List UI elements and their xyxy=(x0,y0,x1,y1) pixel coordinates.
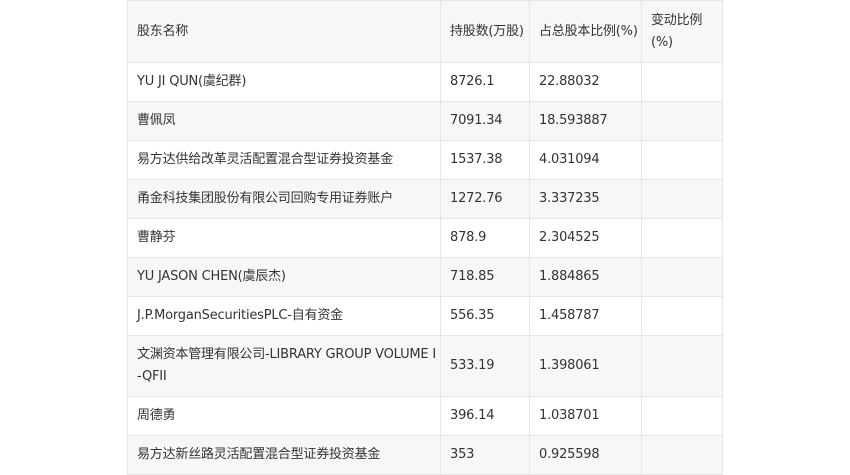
cell-ratio: 1.458787 xyxy=(529,296,642,336)
cell-holder-name: 甬金科技集团股份有限公司回购专用证券账户 xyxy=(127,179,441,219)
cell-ratio: 1.038701 xyxy=(529,396,642,436)
cell-shares: 878.9 xyxy=(440,218,530,258)
cell-change xyxy=(641,140,723,180)
cell-shares: 533.19 xyxy=(440,335,530,397)
cell-shares: 8726.1 xyxy=(440,62,530,102)
header-holder-name: 股东名称 xyxy=(127,0,441,63)
cell-change xyxy=(641,396,723,436)
cell-ratio: 2.304525 xyxy=(529,218,642,258)
cell-holder-name: YU JASON CHEN(虞辰杰) xyxy=(127,257,441,297)
cell-change xyxy=(641,101,723,141)
cell-holder-name: YU JI QUN(虞纪群) xyxy=(127,62,441,102)
cell-shares: 556.35 xyxy=(440,296,530,336)
cell-change xyxy=(641,62,723,102)
header-change: 变动比例(%) xyxy=(641,0,723,63)
table-row: 易方达供给改革灵活配置混合型证券投资基金 1537.38 4.031094 xyxy=(127,140,723,180)
cell-ratio: 3.337235 xyxy=(529,179,642,219)
cell-shares: 7091.34 xyxy=(440,101,530,141)
cell-change xyxy=(641,218,723,258)
cell-shares: 1537.38 xyxy=(440,140,530,180)
cell-shares: 353 xyxy=(440,435,530,475)
cell-shares: 396.14 xyxy=(440,396,530,436)
table-row: YU JI QUN(虞纪群) 8726.1 22.88032 xyxy=(127,62,723,102)
cell-holder-name: 曹佩凤 xyxy=(127,101,441,141)
cell-ratio: 22.88032 xyxy=(529,62,642,102)
cell-change xyxy=(641,257,723,297)
header-shares: 持股数(万股) xyxy=(440,0,530,63)
table-row: 曹佩凤 7091.34 18.593887 xyxy=(127,101,723,141)
table-row: 文渊资本管理有限公司-LIBRARY GROUP VOLUME I-QFII 5… xyxy=(127,335,723,397)
cell-holder-name: 周德勇 xyxy=(127,396,441,436)
cell-change xyxy=(641,296,723,336)
cell-shares: 718.85 xyxy=(440,257,530,297)
table-row: 周德勇 396.14 1.038701 xyxy=(127,396,723,436)
cell-holder-name: J.P.MorganSecuritiesPLC-自有资金 xyxy=(127,296,441,336)
cell-ratio: 1.884865 xyxy=(529,257,642,297)
cell-shares: 1272.76 xyxy=(440,179,530,219)
shareholder-table: 股东名称 持股数(万股) 占总股本比例(%) 变动比例(%) YU JI QUN… xyxy=(127,0,723,475)
cell-holder-name: 曹静芬 xyxy=(127,218,441,258)
cell-change xyxy=(641,435,723,475)
header-ratio: 占总股本比例(%) xyxy=(529,0,642,63)
cell-holder-name: 易方达新丝路灵活配置混合型证券投资基金 xyxy=(127,435,441,475)
cell-ratio: 0.925598 xyxy=(529,435,642,475)
cell-ratio: 4.031094 xyxy=(529,140,642,180)
cell-change xyxy=(641,179,723,219)
table-body: YU JI QUN(虞纪群) 8726.1 22.88032 曹佩凤 7091.… xyxy=(127,62,723,475)
table-header: 股东名称 持股数(万股) 占总股本比例(%) 变动比例(%) xyxy=(127,0,723,63)
table-row: 易方达新丝路灵活配置混合型证券投资基金 353 0.925598 xyxy=(127,435,723,475)
cell-holder-name: 文渊资本管理有限公司-LIBRARY GROUP VOLUME I-QFII xyxy=(127,335,441,397)
cell-change xyxy=(641,335,723,397)
header-row: 股东名称 持股数(万股) 占总股本比例(%) 变动比例(%) xyxy=(127,0,723,63)
shareholder-table-container: 股东名称 持股数(万股) 占总股本比例(%) 变动比例(%) YU JI QUN… xyxy=(127,0,723,475)
cell-holder-name: 易方达供给改革灵活配置混合型证券投资基金 xyxy=(127,140,441,180)
table-row: 甬金科技集团股份有限公司回购专用证券账户 1272.76 3.337235 xyxy=(127,179,723,219)
table-row: 曹静芬 878.9 2.304525 xyxy=(127,218,723,258)
table-row: J.P.MorganSecuritiesPLC-自有资金 556.35 1.45… xyxy=(127,296,723,336)
table-row: YU JASON CHEN(虞辰杰) 718.85 1.884865 xyxy=(127,257,723,297)
cell-ratio: 18.593887 xyxy=(529,101,642,141)
cell-ratio: 1.398061 xyxy=(529,335,642,397)
